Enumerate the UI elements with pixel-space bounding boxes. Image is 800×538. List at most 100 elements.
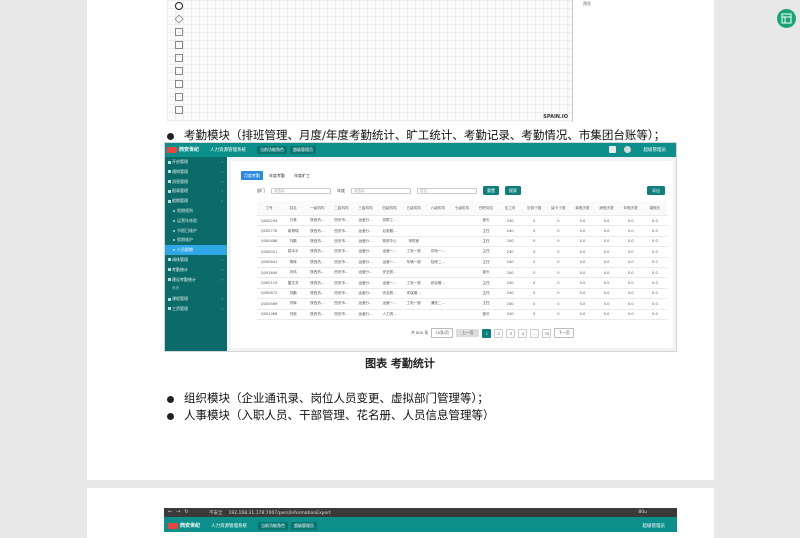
tab-2[interactable]: 年度旷工 — [291, 171, 313, 180]
reset-button[interactable]: 重置 — [483, 186, 499, 195]
column-header[interactable]: 五级机构 — [401, 201, 426, 216]
table-cell: 万美 — [281, 215, 306, 227]
rect-tool-icon[interactable] — [175, 41, 183, 49]
column-header[interactable]: 二级机构 — [329, 201, 354, 216]
system-name: 人力资源管理系统 — [211, 524, 247, 529]
diamond-tool-icon[interactable] — [174, 14, 184, 24]
rect-tool-icon[interactable] — [175, 106, 183, 114]
table-row[interactable]: Q000589 刘辉 陕西热... 西安市... 运营分... 运营一... 工电一部 通信二… — [257, 298, 667, 310]
sidebar-item[interactable]: 开启管理 › — [165, 157, 227, 167]
name-input[interactable]: 姓名 — [417, 187, 477, 194]
crumb-admin[interactable]: 超级管理员 — [290, 146, 316, 154]
chevron-icon: › — [221, 178, 223, 184]
rect-tool-icon[interactable] — [175, 93, 183, 101]
table-cell: 240 — [498, 225, 523, 237]
user-menu[interactable]: 超级管理员 — [643, 523, 666, 529]
table-cell: Q000776 — [257, 225, 282, 237]
table-row[interactable]: Q000776 胡博瑞 陕西热... 西安市... 运营分... 后勤管... 主任 240 0… — [257, 225, 667, 237]
column-header[interactable]: 事假天数 — [570, 201, 595, 216]
tab-0[interactable]: 月度考勤 — [241, 171, 263, 180]
table-row[interactable]: Q001649 刘伟 陕西热... 西安市... 运营分... 安全质... 部长 240 0 0… — [257, 267, 667, 279]
column-header[interactable]: 任职岗位 — [473, 201, 499, 216]
sidebar-item[interactable]: 假期管理 › — [165, 196, 227, 206]
sidebar-item[interactable]: 假期规则 — [165, 206, 227, 216]
page-number[interactable]: 4 — [518, 328, 528, 338]
avatar[interactable] — [624, 146, 631, 153]
page-number[interactable]: 3 — [506, 328, 516, 338]
table-cell: 党群工... — [377, 215, 402, 227]
table-cell: 0.0 — [594, 267, 619, 279]
sidebar-item[interactable]: 报表管理 › — [165, 186, 227, 196]
column-header[interactable]: 婚假天 — [642, 201, 667, 216]
page-number[interactable]: ... — [530, 328, 540, 338]
sidebar-item[interactable]: 建议考勤统计 › — [165, 275, 227, 285]
sidebar-item[interactable]: 假期维护 — [165, 235, 227, 245]
column-header[interactable]: 姓名 — [281, 201, 306, 216]
page-size-select[interactable]: 10条/页 — [431, 328, 453, 338]
column-header[interactable]: 应工时 — [498, 201, 523, 216]
nav-arrows-icon[interactable]: ←→↻ — [168, 509, 193, 515]
crumb-role[interactable]: 当前功能角色 — [258, 522, 288, 530]
sidebar-item[interactable]: 节假日维护 — [165, 226, 227, 236]
sidebar-item[interactable]: 消息管理 › — [165, 177, 227, 187]
table-row[interactable]: Q000486 刘鹏 陕西热... 西安市... 运营分... 物资中心 采购室 主任 240 0… — [257, 236, 667, 248]
column-header[interactable]: 七级机构 — [449, 201, 474, 216]
table-cell: 0.0 — [642, 267, 667, 279]
column-header[interactable]: 缺卡个数 — [546, 201, 571, 216]
table-cell: 运营分... — [353, 225, 378, 237]
system-name: 人力资源管理系统 — [210, 148, 246, 153]
sidebar-item[interactable]: 人员假期 — [165, 245, 227, 255]
next-page-button[interactable]: 下一页 — [554, 328, 574, 338]
rect-tool-icon[interactable] — [175, 80, 183, 88]
table-cell: 240 — [498, 236, 523, 248]
sidebar-item[interactable]: 通知管理 › — [165, 167, 227, 177]
table-row[interactable]: Q000021 葛冰平 陕西热... 西安市... 运营分... 运营一... 工电一部 供电… — [257, 246, 667, 258]
column-header[interactable]: 工号 — [257, 201, 282, 216]
table-cell: 0 — [546, 309, 571, 320]
crumb-admin[interactable]: 超级管理员 — [291, 522, 317, 530]
year-select[interactable]: 请选择 — [351, 187, 411, 194]
logo-mark-icon — [168, 522, 178, 529]
column-header[interactable]: 六级机构 — [425, 201, 450, 216]
column-header[interactable]: 病假天数 — [594, 201, 619, 216]
export-button[interactable]: 导出 — [647, 186, 665, 195]
chevron-icon: › — [221, 266, 223, 272]
page-number[interactable]: 2 — [494, 328, 504, 338]
sidebar-item[interactable]: 课程管理 › — [165, 294, 227, 304]
user-menu[interactable]: 超级管理员 — [644, 147, 667, 153]
tab-1[interactable]: 年度考勤 — [266, 171, 288, 180]
page-number[interactable]: 70 — [542, 328, 552, 338]
table-cell: 西安市... — [329, 309, 354, 320]
sidebar-item[interactable]: 工资管理 › — [165, 304, 227, 314]
sidebar-item[interactable]: 运营年休假 — [165, 216, 227, 226]
table-row[interactable]: Q000244 万美 陕西热... 西安市... 运营分... 党群工... 部长 240 0 0… — [257, 215, 667, 227]
sidebar-item[interactable]: 调休管理 › — [165, 255, 227, 265]
dept-select[interactable]: 请选择 — [271, 187, 331, 194]
table-cell: 西安市... — [329, 298, 354, 310]
table-row[interactable]: Q001086 刘航 陕西热... 西安市... 运营分... 人力资... 部长 240 0 0… — [257, 309, 667, 320]
crumb-role[interactable]: 当前功能角色 — [257, 146, 287, 154]
search-button[interactable]: 搜索 — [505, 186, 521, 195]
rect-tool-icon[interactable] — [175, 67, 183, 75]
prev-page-button[interactable]: 上一页 — [455, 329, 480, 337]
column-header[interactable]: 四级机构 — [377, 201, 402, 216]
url-text[interactable]: 不安全 192.168.31.178:7007/pers/InformationE… — [209, 510, 331, 516]
column-header[interactable]: 迟到个数 — [522, 201, 547, 216]
rect-tool-icon[interactable] — [175, 54, 183, 62]
column-header[interactable]: 三级机构 — [353, 201, 378, 216]
table-cell — [449, 225, 474, 237]
spreadsheet-icon[interactable] — [777, 9, 796, 28]
bell-icon[interactable] — [609, 146, 616, 153]
circle-tool-icon[interactable] — [175, 2, 183, 10]
table-row[interactable]: Q000672 刘鹏 陕西热... 西安市... 运营分... 安全质... 安保管... 主… — [257, 288, 667, 300]
table-cell: 0.0 — [570, 309, 595, 320]
column-header[interactable]: 年假天数 — [618, 201, 643, 216]
table-row[interactable]: Q000641 周辉 陕西热... 西安市... 运营分... 运营一... 车辆一部 检修二… — [257, 257, 667, 268]
sidebar-item[interactable]: 考勤统计 › — [165, 265, 227, 275]
page-number[interactable]: 1 — [482, 328, 492, 338]
table-row[interactable]: Q000119 董文芳 陕西热... 西安市... 运营分... 运营一... 工电一部 综合… — [257, 277, 667, 289]
column-header[interactable]: 一级机构 — [305, 201, 330, 216]
rect-tool-icon[interactable] — [175, 28, 183, 36]
table-cell: 物资中心 — [377, 236, 402, 248]
table-cell: 西安市... — [329, 246, 354, 258]
